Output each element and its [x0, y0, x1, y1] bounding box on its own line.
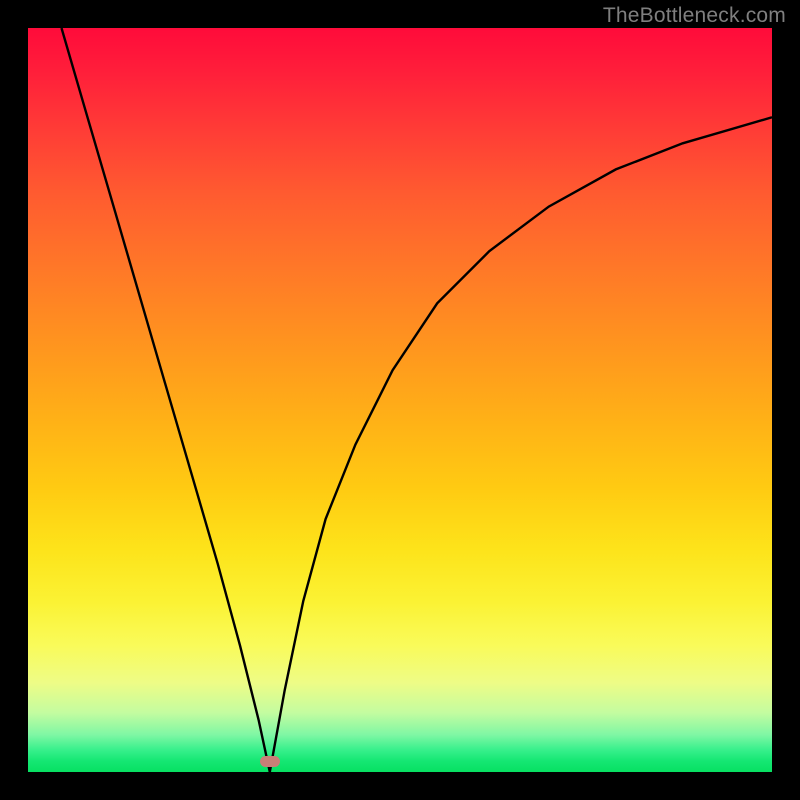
curve-right	[270, 117, 772, 772]
minimum-marker	[260, 756, 280, 767]
curve-svg	[28, 28, 772, 772]
curve-left	[62, 28, 270, 772]
plot-area	[28, 28, 772, 772]
watermark: TheBottleneck.com	[603, 4, 786, 28]
